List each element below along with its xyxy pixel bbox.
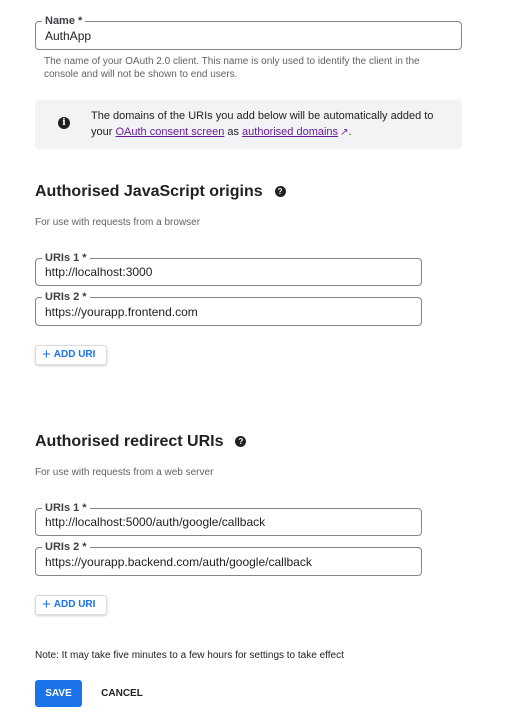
authorised-domains-link[interactable]: authorised domains xyxy=(242,126,338,138)
info-line1: The domains of the URIs you add below wi… xyxy=(91,110,434,122)
redirect-uris-subtitle: For use with requests from a web server xyxy=(35,467,214,478)
info-middle: as xyxy=(224,126,243,138)
add-js-origin-label: ADD URI xyxy=(53,349,96,360)
js-origin-uri-2-field[interactable]: URIs 2 * xyxy=(35,290,422,326)
add-redirect-uri-label: ADD URI xyxy=(53,599,96,610)
save-button[interactable]: SAVE xyxy=(35,680,82,707)
name-field[interactable]: Name * xyxy=(35,14,462,50)
redirect-uri-2-input[interactable] xyxy=(36,548,421,575)
plus-icon: + xyxy=(42,596,51,613)
js-origin-uri-1-field[interactable]: URIs 1 * xyxy=(35,251,422,286)
help-icon[interactable]: ? xyxy=(274,186,286,197)
js-origin-uri-1-input[interactable] xyxy=(36,259,421,285)
cancel-button[interactable]: CANCEL xyxy=(92,680,152,707)
name-helper-text: The name of your OAuth 2.0 client. This … xyxy=(44,56,420,80)
add-redirect-uri-button[interactable]: + ADD URI xyxy=(35,595,107,615)
oauth-consent-screen-link[interactable]: OAuth consent screen xyxy=(115,126,224,138)
redirect-uri-1-input[interactable] xyxy=(36,509,421,535)
info-suffix: . xyxy=(348,126,352,138)
js-origins-subtitle: For use with requests from a browser xyxy=(35,217,201,228)
info-banner: i The domains of the URIs you add below … xyxy=(35,100,462,149)
redirect-uris-title: Authorised redirect URIs? xyxy=(35,433,247,451)
help-icon[interactable]: ? xyxy=(235,436,247,447)
plus-icon: + xyxy=(42,346,51,363)
js-origins-title: Authorised JavaScript origins? xyxy=(35,183,286,201)
js-origins-title-text: Authorised JavaScript origins xyxy=(35,183,263,200)
info-prefix: your xyxy=(91,126,116,138)
js-origin-uri-2-input[interactable] xyxy=(36,298,421,325)
info-icon: i xyxy=(58,117,70,129)
redirect-uris-title-text: Authorised redirect URIs xyxy=(35,433,224,450)
redirect-uri-1-field[interactable]: URIs 1 * xyxy=(35,501,422,536)
name-input[interactable] xyxy=(36,22,461,49)
settings-note: Note: It may take five minutes to a few … xyxy=(35,650,344,661)
add-js-origin-button[interactable]: + ADD URI xyxy=(35,345,107,365)
redirect-uri-2-field[interactable]: URIs 2 * xyxy=(35,540,422,576)
info-banner-text: The domains of the URIs you add below wi… xyxy=(91,108,451,141)
